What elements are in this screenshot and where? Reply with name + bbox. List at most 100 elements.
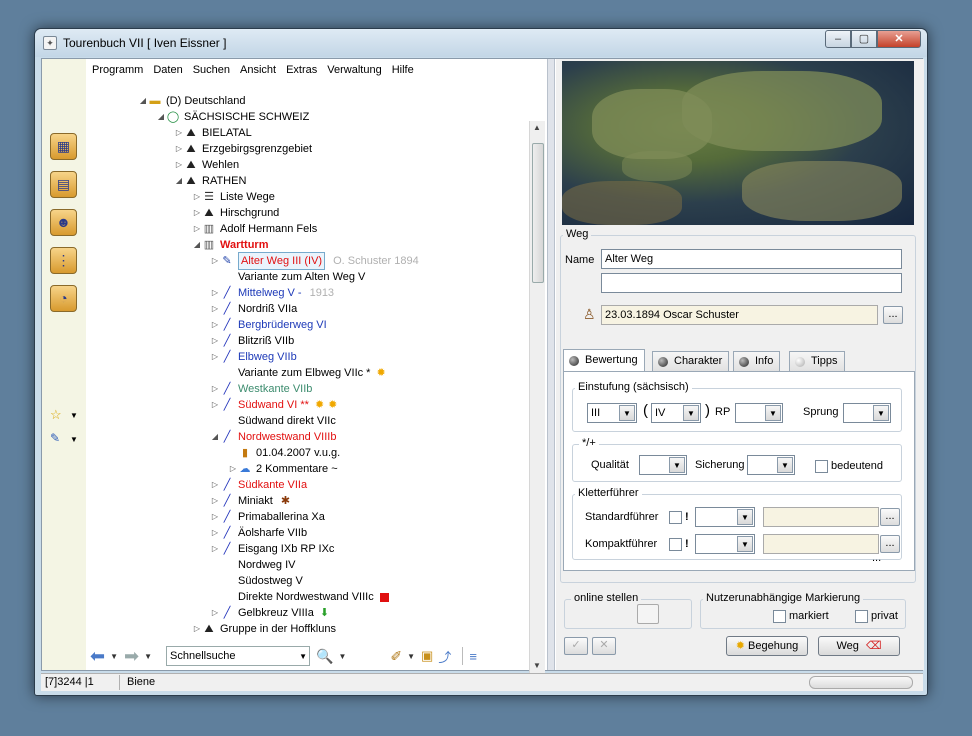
grade2-combo[interactable]: IV ▼ — [651, 403, 701, 423]
tree-node[interactable]: ▷ ╱ Mittelweg V - 1913 — [210, 285, 334, 301]
pane-splitter[interactable] — [547, 59, 555, 670]
tree-node[interactable]: ▷ ☰ Liste Wege — [192, 189, 275, 205]
tree-node[interactable]: ▷ ╱ Blitzriß VIIb — [210, 333, 294, 349]
tab-charakter[interactable]: Charakter — [652, 351, 730, 371]
tree-node[interactable]: ▷ ╱ Nordriß VIIa — [210, 301, 297, 317]
tree-node[interactable]: ▷ ╱ Bergbrüderweg VI — [210, 317, 327, 333]
tab-bewertung[interactable]: Bewertung — [563, 349, 645, 371]
tree-node[interactable]: ▷ ╱ Westkante VIIb — [210, 381, 312, 397]
menu-suchen[interactable]: Suchen — [193, 64, 230, 83]
back-dropdown-icon[interactable]: ▼ — [110, 652, 118, 661]
expander-icon[interactable]: ▷ — [210, 541, 220, 557]
tree-node[interactable]: ▷ ⛰ Wehlen — [174, 157, 239, 173]
expander-icon[interactable]: ▷ — [210, 285, 220, 301]
expander-icon[interactable]: ▷ — [174, 141, 184, 157]
expander-icon[interactable]: ▷ — [210, 317, 220, 333]
sicherung-combo[interactable]: ▼ — [747, 455, 795, 475]
map-icon[interactable]: ▦ — [50, 133, 77, 160]
expander-icon[interactable]: ▷ — [210, 509, 220, 525]
chart-icon[interactable]: ◔ — [50, 285, 77, 312]
tree-node[interactable]: Südostweg V — [210, 573, 303, 589]
first-ascent-browse-button[interactable]: ... — [883, 306, 903, 324]
expander-icon[interactable]: ◢ — [138, 93, 148, 109]
privat-checkbox[interactable] — [855, 610, 868, 623]
tree-node[interactable]: ▷ ╱ Miniakt ✱ — [210, 493, 290, 509]
expander-icon[interactable]: ▷ — [210, 605, 220, 621]
kompakt-checkbox[interactable] — [669, 538, 682, 551]
quicksearch-dropdown-icon[interactable]: ▼ — [299, 648, 307, 666]
tree-node[interactable]: ▷ ╱ Primaballerina Xa — [210, 509, 325, 525]
expander-icon[interactable]: ▷ — [210, 477, 220, 493]
sprung-combo[interactable]: ▼ — [843, 403, 891, 423]
expander-icon[interactable]: ▷ — [210, 349, 220, 365]
menu-extras[interactable]: Extras — [286, 64, 317, 83]
forward-dropdown-icon[interactable]: ▼ — [144, 652, 152, 661]
tree-node[interactable]: ▷ ╱ Südkante VIIa — [210, 477, 307, 493]
menu-daten[interactable]: Daten — [153, 64, 182, 83]
tree-node[interactable]: ▮ 01.04.2007 v.u.g. — [228, 445, 340, 461]
route-icon[interactable]: ⋮ — [50, 247, 77, 274]
tree-node[interactable]: ▷ ╱ Äolsharfe VIIb — [210, 525, 307, 541]
online-toggle-button[interactable] — [637, 604, 659, 624]
tree-node[interactable]: ▷ ╱ Eisgang IXb RP IXc — [210, 541, 334, 557]
name2-field[interactable] — [601, 273, 902, 293]
box-icon[interactable]: ▣ — [421, 648, 433, 664]
expander-icon[interactable]: ▷ — [210, 381, 220, 397]
feather-dropdown-icon[interactable]: ▼ — [70, 435, 78, 444]
cancel-edit-button[interactable]: ✕ — [592, 637, 616, 655]
tree-node[interactable]: ▷ ╱ Südwand VI ** ✹ ✹ — [210, 397, 337, 413]
tree-node[interactable]: ◢ ◯ SÄCHSISCHE SCHWEIZ — [156, 109, 309, 125]
tab-info[interactable]: Info — [733, 351, 781, 371]
standard-field[interactable] — [763, 507, 879, 527]
expander-icon[interactable]: ◢ — [174, 173, 184, 189]
tree-node[interactable]: ◢ ▬ (D) Deutschland — [138, 93, 246, 109]
tree-node[interactable]: Direkte Nordwestwand VIIIc — [210, 589, 389, 605]
tree-node[interactable]: Südwand direkt VIIc — [210, 413, 336, 429]
grade-combo[interactable]: III ▼ — [587, 403, 637, 423]
feather-icon[interactable]: ✎ — [50, 431, 60, 445]
expander-icon[interactable]: ▷ — [210, 301, 220, 317]
kompakt-field[interactable] — [763, 534, 879, 554]
standard-combo[interactable]: ▼ — [695, 507, 755, 527]
expander-icon[interactable]: ▷ — [192, 221, 202, 237]
tab-tipps[interactable]: Tipps — [789, 351, 845, 371]
expander-icon[interactable]: ▷ — [192, 621, 202, 637]
expander-icon[interactable]: ▷ — [210, 525, 220, 541]
jump-icon[interactable]: ⤴ — [438, 647, 451, 666]
bedeutend-checkbox[interactable] — [815, 460, 828, 473]
expander-icon[interactable]: ▷ — [210, 253, 220, 269]
expander-icon[interactable]: ▷ — [192, 189, 202, 205]
rp-combo[interactable]: ▼ — [735, 403, 783, 423]
tree-node[interactable]: Nordweg IV — [210, 557, 295, 573]
confirm-button[interactable]: ✓ — [564, 637, 588, 655]
tree-node[interactable]: ▷ ⛰ BIELATAL — [174, 125, 252, 141]
tree-node[interactable]: ▷ ⛰ Erzgebirgsgrenzgebiet — [174, 141, 312, 157]
tree-node[interactable]: Variante zum Elbweg VIIc * ✹ — [210, 365, 386, 381]
standard-checkbox[interactable] — [669, 511, 682, 524]
menu-verwaltung[interactable]: Verwaltung — [327, 64, 381, 83]
tree-view[interactable]: ◢ ▬ (D) Deutschland ◢ ◯ SÄCHSISCHE SCHWEIZ ▷ ⛰ B… — [86, 85, 546, 641]
search-dropdown-icon[interactable]: ▼ — [338, 652, 346, 661]
tree-node[interactable]: ▷ ✎ Alter Weg III (IV) O. Schuster 1894 — [210, 252, 419, 270]
star-dropdown-icon[interactable]: ▼ — [70, 411, 78, 420]
tree-node[interactable]: ▷ ▥ Adolf Hermann Fels — [192, 221, 317, 237]
expander-icon[interactable]: ▷ — [228, 461, 238, 477]
tree-scrollbar[interactable]: ▲ ▼ — [529, 121, 545, 677]
maximize-button[interactable]: ▢ — [851, 30, 877, 48]
name-field[interactable]: Alter Weg — [601, 249, 902, 269]
kompakt-combo[interactable]: ▼ — [695, 534, 755, 554]
tree-node[interactable]: ◢ ▥ Wartturm — [192, 237, 269, 253]
tree-node[interactable]: Variante zum Alten Weg V — [210, 269, 365, 285]
menu-programm[interactable]: Programm — [92, 64, 143, 83]
back-arrow-icon[interactable]: ⬅ — [90, 646, 105, 667]
first-ascent-field[interactable]: 23.03.1894 Oscar Schuster — [601, 305, 878, 325]
tree-node[interactable]: ▷ ⛰ Hirschgrund — [192, 205, 279, 221]
expander-icon[interactable]: ▷ — [192, 205, 202, 221]
quicksearch-combo[interactable]: Schnellsuche ▼ — [166, 646, 311, 666]
close-button[interactable]: ✕ — [877, 30, 921, 48]
markiert-checkbox[interactable] — [773, 610, 786, 623]
search-icon[interactable]: 🔍 — [316, 648, 333, 665]
begehung-button[interactable]: ✹ Begehung — [726, 636, 808, 656]
qualitaet-combo[interactable]: ▼ — [639, 455, 687, 475]
scroll-thumb[interactable] — [532, 143, 544, 283]
